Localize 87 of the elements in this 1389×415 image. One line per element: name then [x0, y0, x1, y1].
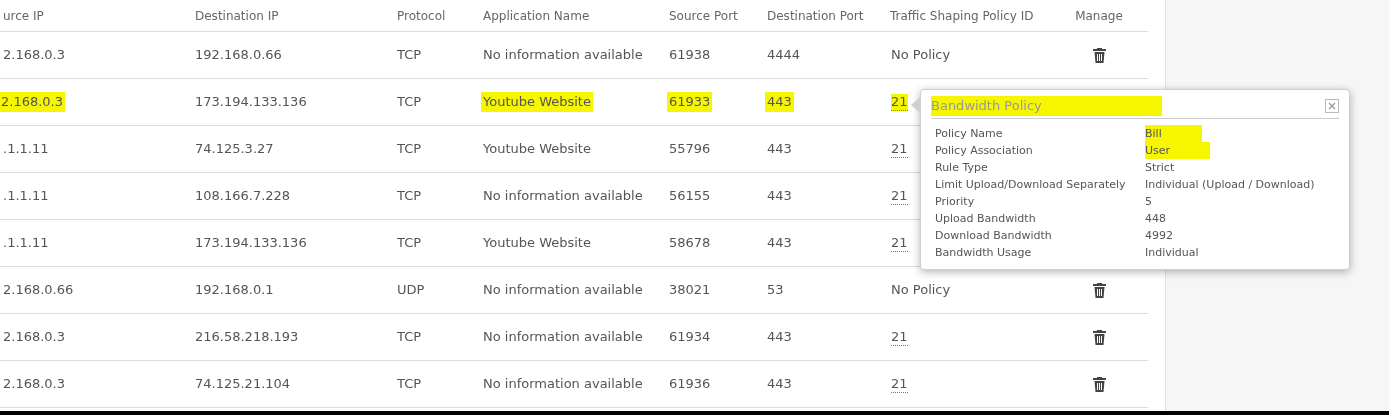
table-cell-text: 74.125.21.104	[195, 375, 291, 394]
table-cell-text: No Policy	[891, 46, 951, 65]
column-header[interactable]: Protocol	[397, 6, 446, 25]
field-label: Bandwidth Usage	[935, 244, 1033, 261]
column-header[interactable]: urce IP	[0, 6, 44, 25]
column-header[interactable]: Destination IP	[195, 6, 279, 25]
trash-icon[interactable]	[1092, 282, 1106, 298]
table-cell-text: 2.168.0.66	[2, 281, 74, 300]
table-cell-text: 192.168.0.66	[195, 46, 282, 65]
table-cell-text: No information available	[483, 281, 643, 300]
column-header[interactable]: Destination Port	[767, 6, 864, 25]
field-value: 448	[1145, 210, 1166, 227]
column-header[interactable]: Application Name	[483, 6, 590, 25]
policy-link[interactable]: 21	[891, 234, 908, 252]
field-value: Individual	[1145, 244, 1199, 261]
table-cell-text: TCP	[397, 140, 422, 159]
table-cell-text: 2.168.0.3	[2, 375, 66, 394]
table-cell: 61933	[667, 92, 713, 112]
policy-link[interactable]: 21	[891, 187, 908, 205]
table-cell-text: 443	[767, 187, 792, 206]
table-cell-text: 443	[767, 140, 792, 159]
table-cell-text: .1.1.11	[2, 187, 49, 206]
field-label: Upload Bandwidth	[935, 210, 1037, 227]
table-cell-text: TCP	[397, 234, 422, 253]
table-cell-text: 55796	[669, 140, 711, 159]
column-header[interactable]: Source Port	[669, 6, 738, 25]
table-cell-text: 173.194.133.136	[195, 93, 307, 112]
table-cell-text: No Policy	[891, 281, 951, 300]
close-icon	[1328, 101, 1336, 110]
table-cell-text: TCP	[397, 328, 422, 347]
field-value: 5	[1145, 193, 1152, 210]
field-value: 4992	[1145, 227, 1173, 244]
table-cell-text: TCP	[397, 375, 422, 394]
field-label: Download Bandwidth	[935, 227, 1053, 244]
column-header[interactable]: Traffic Shaping Policy ID	[890, 6, 1034, 25]
table-cell-text: TCP	[397, 93, 422, 112]
column-header[interactable]: Manage	[1075, 6, 1141, 25]
field-label: Priority	[935, 193, 976, 210]
field-value: Bill	[1145, 124, 1202, 142]
table-cell-text: UDP	[397, 281, 425, 300]
field-value: User	[1145, 141, 1211, 159]
table-cell-text: 56155	[669, 187, 711, 206]
table-cell-text: 443	[767, 234, 792, 253]
table-cell-text: 192.168.0.1	[195, 281, 274, 300]
table-cell-text: 173.194.133.136	[195, 234, 307, 253]
field-label: Policy Name	[935, 125, 1004, 142]
table-cell-text: No information available	[483, 46, 643, 65]
field-value: Individual (Upload / Download)	[1145, 176, 1315, 193]
table-cell-text: 38021	[669, 281, 711, 300]
table-cell-text: 53	[767, 281, 784, 300]
table-cell-text: 58678	[669, 234, 711, 253]
table-cell-text: .1.1.11	[2, 234, 49, 253]
table-cell-text: 443	[767, 328, 792, 347]
table-cell-text: .1.1.11	[2, 140, 49, 159]
policy-link[interactable]: 21	[891, 375, 908, 393]
table-cell-text: 61934	[669, 328, 711, 347]
table-cell-text: 4444	[767, 46, 801, 65]
table-cell-text: 2.168.0.3	[2, 328, 66, 347]
table-cell-text: 74.125.3.27	[195, 140, 274, 159]
table-cell-text: No information available	[483, 328, 643, 347]
policy-link[interactable]: 21	[891, 140, 908, 158]
table-cell-text: 216.58.218.193	[195, 328, 299, 347]
table-cell-text: No information available	[483, 187, 643, 206]
table-cell-text: 2.168.0.3	[2, 46, 66, 65]
popover-title: Bandwidth Policy	[931, 96, 1162, 116]
table-cell-text: 108.166.7.228	[195, 187, 291, 206]
close-button[interactable]	[1325, 98, 1339, 113]
table-cell-text: 61936	[669, 375, 711, 394]
table-cell-text: TCP	[397, 187, 422, 206]
table-cell-text: TCP	[397, 46, 422, 65]
table-cell-text: 61938	[669, 46, 711, 65]
table-cell-text: Youtube Website	[483, 234, 591, 253]
field-label: Limit Upload/Download Separately	[935, 176, 1127, 193]
policy-link[interactable]: 21	[891, 93, 908, 111]
trash-icon[interactable]	[1092, 376, 1106, 392]
table-cell-text: 443	[767, 375, 792, 394]
table-cell-text: Youtube Website	[483, 140, 591, 159]
table-cell: 2.168.0.3	[0, 92, 66, 112]
trash-icon[interactable]	[1092, 329, 1106, 345]
trash-icon[interactable]	[1092, 47, 1106, 63]
table-cell: 443	[765, 92, 794, 112]
field-label: Policy Association	[935, 142, 1034, 159]
field-label: Rule Type	[935, 159, 989, 176]
policy-link[interactable]: 21	[891, 328, 908, 346]
table-cell: Youtube Website	[481, 92, 593, 112]
field-value: Strict	[1145, 159, 1175, 176]
table-cell-text: No information available	[483, 375, 643, 394]
